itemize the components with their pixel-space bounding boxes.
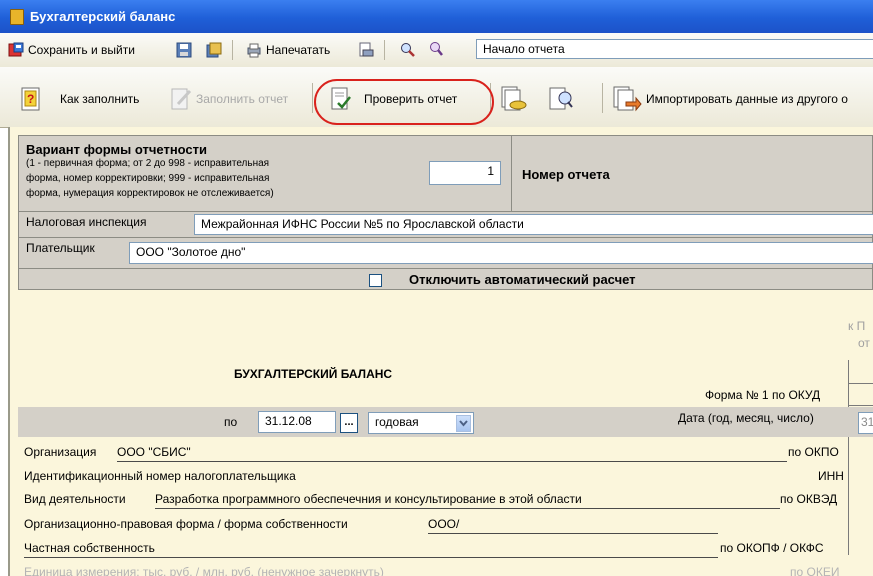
toolbar-separator	[384, 40, 385, 60]
balance-title: БУХГАЛТЕРСКИЙ БАЛАНС	[234, 367, 393, 381]
right-cell-line	[848, 405, 873, 406]
units-label: Единица измерения: тыс. руб. / млн. руб.…	[24, 565, 384, 576]
save-exit-icon	[8, 42, 24, 58]
tax-office-input[interactable]: Межрайонная ИФНС России №5 по Ярославско…	[194, 214, 873, 235]
print-icon	[246, 42, 262, 58]
variant-note-1: (1 - первичная форма; от 2 до 998 - испр…	[26, 158, 270, 169]
date-picker-button[interactable]: ...	[340, 413, 358, 433]
print-button[interactable]: Напечатать	[246, 42, 330, 58]
fill-report-label: Заполнить отчет	[196, 92, 289, 106]
save-icon[interactable]	[176, 42, 192, 58]
org-underline	[117, 461, 787, 462]
import-data-button[interactable]: Импортировать данные из другого о	[612, 86, 848, 112]
payer-input[interactable]: ООО "Золотое дно"	[129, 242, 873, 264]
legal-form-value: ООО/	[428, 517, 460, 531]
info-doc-icon[interactable]	[548, 86, 574, 112]
variant-note-2: форма, номер корректировки; 999 - исправ…	[26, 173, 270, 184]
variant-number-input[interactable]: 1	[429, 161, 501, 185]
right-column-border	[848, 360, 849, 555]
save-exit-button[interactable]: Сохранить и выйти	[8, 42, 135, 58]
dropdown-arrow-icon[interactable]	[456, 415, 471, 432]
zoom-icon[interactable]	[400, 42, 416, 58]
legal-form-label: Организационно-правовая форма / форма со…	[24, 517, 348, 531]
form-header-panel: Вариант формы отчетности (1 - первичная …	[18, 135, 873, 290]
report-number-label: Номер отчета	[522, 167, 610, 182]
header-row-line	[19, 268, 873, 269]
okopf-label: по ОКОПФ / ОКФС	[720, 541, 824, 555]
corner-text-1: к П	[848, 319, 866, 333]
date-code-cell[interactable]: 31	[858, 412, 873, 434]
app-icon	[10, 9, 24, 25]
print-preview-icon[interactable]	[358, 42, 374, 58]
variant-note-3: форма, нумерация корректировок не отслеж…	[26, 188, 274, 199]
import-doc-icon	[612, 86, 642, 112]
attachment-doc-icon[interactable]	[500, 86, 530, 112]
activity-underline	[155, 508, 780, 509]
window-title: Бухгалтерский баланс	[30, 9, 176, 24]
okpo-label: по ОКПО	[788, 445, 839, 459]
inn-row-label: Идентификационный номер налогоплательщик…	[24, 469, 296, 483]
check-report-button[interactable]: Проверить отчет	[330, 86, 457, 112]
svg-text:?: ?	[27, 92, 34, 106]
print-label: Напечатать	[266, 43, 331, 57]
okei-label: по ОКЕИ	[790, 565, 840, 576]
corner-text-2: от	[858, 336, 870, 350]
ownership-underline	[24, 557, 718, 558]
section-select[interactable]: Начало отчета	[476, 39, 873, 59]
header-row-line	[19, 211, 873, 212]
save-copy-icon[interactable]	[206, 42, 222, 58]
main-toolbar: Сохранить и выйти Напечатать Начало отче…	[0, 33, 873, 68]
activity-label: Вид деятельности	[24, 492, 126, 506]
help-doc-icon: ?	[20, 86, 42, 112]
find-icon[interactable]	[428, 41, 444, 57]
autocalc-checkbox[interactable]	[369, 274, 382, 287]
right-cell-line	[848, 383, 873, 384]
activity-value: Разработка программного обеспечечния и к…	[155, 492, 582, 506]
payer-label: Плательщик	[26, 241, 95, 255]
org-value: ООО "СБИС"	[117, 445, 191, 459]
header-divider	[511, 136, 512, 211]
check-report-icon	[330, 86, 352, 112]
how-to-fill-label: Как заполнить	[60, 92, 140, 106]
inn-label: ИНН	[818, 469, 844, 483]
autocalc-label: Отключить автоматический расчет	[409, 272, 636, 287]
app-window: Бухгалтерский баланс Сохранить и выйти Н…	[0, 0, 873, 576]
okved-label: по ОКВЭД	[780, 492, 838, 506]
ownership-value: Частная собственность	[24, 541, 155, 555]
toolbar-separator	[602, 83, 603, 113]
org-label: Организация	[24, 445, 97, 459]
title-bar[interactable]: Бухгалтерский баланс	[0, 0, 873, 33]
fill-report-button[interactable]: Заполнить отчет	[170, 86, 288, 112]
toolbar-separator	[232, 40, 233, 60]
form-toolbar: ? Как заполнить Заполнить отчет Проверит…	[0, 67, 873, 128]
fill-report-icon	[170, 86, 192, 112]
period-po-label: по	[224, 415, 238, 429]
toolbar-separator	[312, 83, 313, 113]
legal-form-underline	[428, 533, 718, 534]
toolbar-separator	[490, 83, 491, 113]
date-label: Дата (год, месяц, число)	[678, 411, 814, 425]
tax-office-label: Налоговая инспекция	[26, 215, 147, 229]
import-data-label: Импортировать данные из другого о	[646, 92, 848, 106]
save-exit-label: Сохранить и выйти	[28, 43, 135, 57]
period-value: годовая	[375, 415, 419, 429]
variant-title: Вариант формы отчетности	[26, 142, 208, 157]
check-report-label: Проверить отчет	[364, 92, 458, 106]
header-row-line	[19, 237, 873, 238]
okud-label: Форма № 1 по ОКУД	[705, 388, 821, 402]
report-date-input[interactable]: 31.12.08	[258, 411, 336, 433]
how-to-fill-button[interactable]: ? Как заполнить	[20, 86, 139, 112]
